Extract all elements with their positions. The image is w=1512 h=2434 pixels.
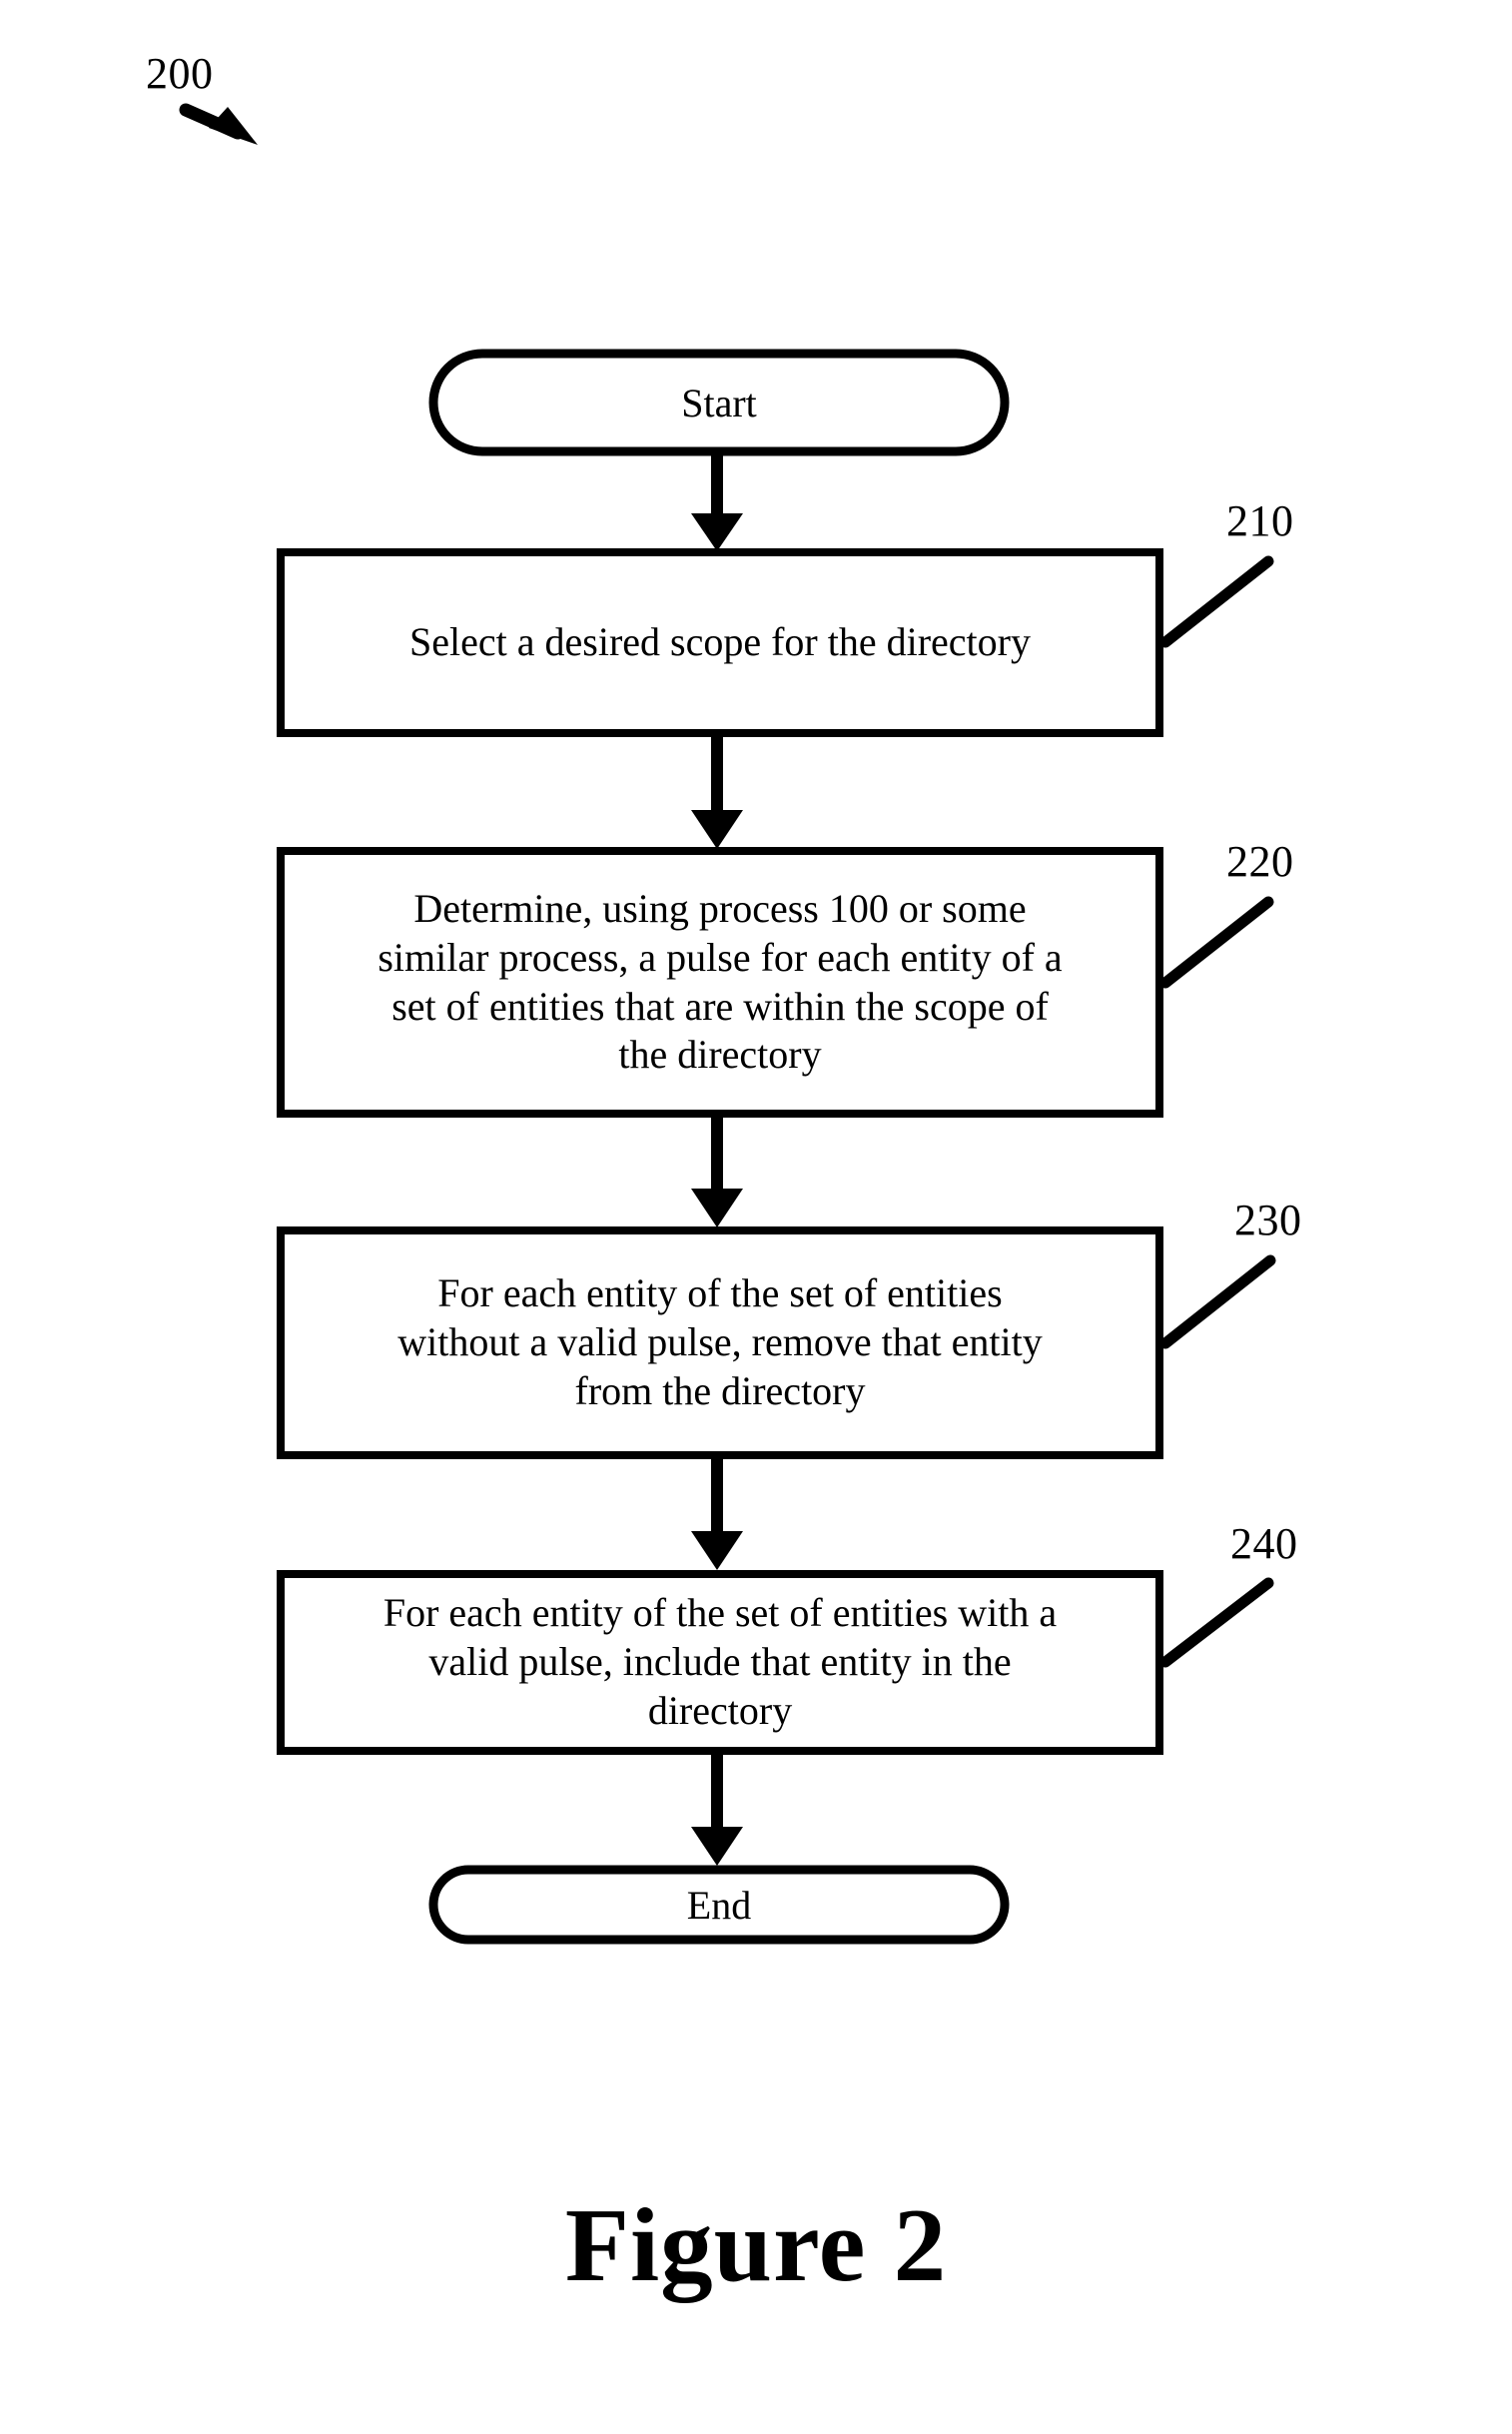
step-210-line-1: Select a desired scope for the directory [409,619,1031,665]
step-220-line-4: the directory [618,1032,822,1078]
step-230-line-2: without a valid pulse, remove that entit… [397,1319,1043,1365]
step-220-text: Determine, using process 100 or some sim… [281,851,1159,1114]
step-230-leader-line [1159,1254,1276,1349]
step-220-line-3: set of entities that are within the scop… [391,983,1049,1029]
step-240-line-1: For each entity of the set of entities w… [382,1590,1058,1636]
step-220-line-2: similar process, a pulse for each entity… [378,934,1063,980]
step-230-line-1: For each entity of the set of entities [437,1270,1003,1316]
step-240-line-3: directory [647,1687,793,1733]
step-240-leader-line [1159,1577,1274,1668]
start-node-label: Start [681,380,757,425]
step-230-line-3: from the directory [574,1367,866,1413]
step-220-line-1: Determine, using process 100 or some [413,885,1027,931]
step-240-text: For each entity of the set of entities w… [281,1574,1159,1751]
end-node-label: End [686,1882,752,1928]
step-230-text: For each entity of the set of entities w… [281,1230,1159,1455]
process-200-leader-arrow [179,103,258,145]
step-210-text: Select a desired scope for the directory [281,552,1159,733]
step-220-leader-line [1159,896,1274,989]
step-210-ref-label: 210 [1226,496,1294,545]
step-240-line-2: valid pulse, include that entity in the [428,1639,1012,1685]
connector-240-to-end [691,1753,743,1866]
process-200-ref-label: 200 [146,49,214,98]
step-210-leader-line [1159,555,1274,648]
step-230-ref-label: 230 [1234,1196,1302,1244]
connector-start-to-210 [691,454,743,551]
connector-230-to-240 [691,1458,743,1570]
figure-caption: Figure 2 [564,2186,948,2303]
figure-page: 200 Start Select a desired scope for the… [0,0,1512,2434]
connector-210-to-220 [691,736,743,849]
step-220-ref-label: 220 [1226,837,1294,886]
step-240-ref-label: 240 [1230,1519,1298,1568]
connector-220-to-230 [691,1117,743,1227]
